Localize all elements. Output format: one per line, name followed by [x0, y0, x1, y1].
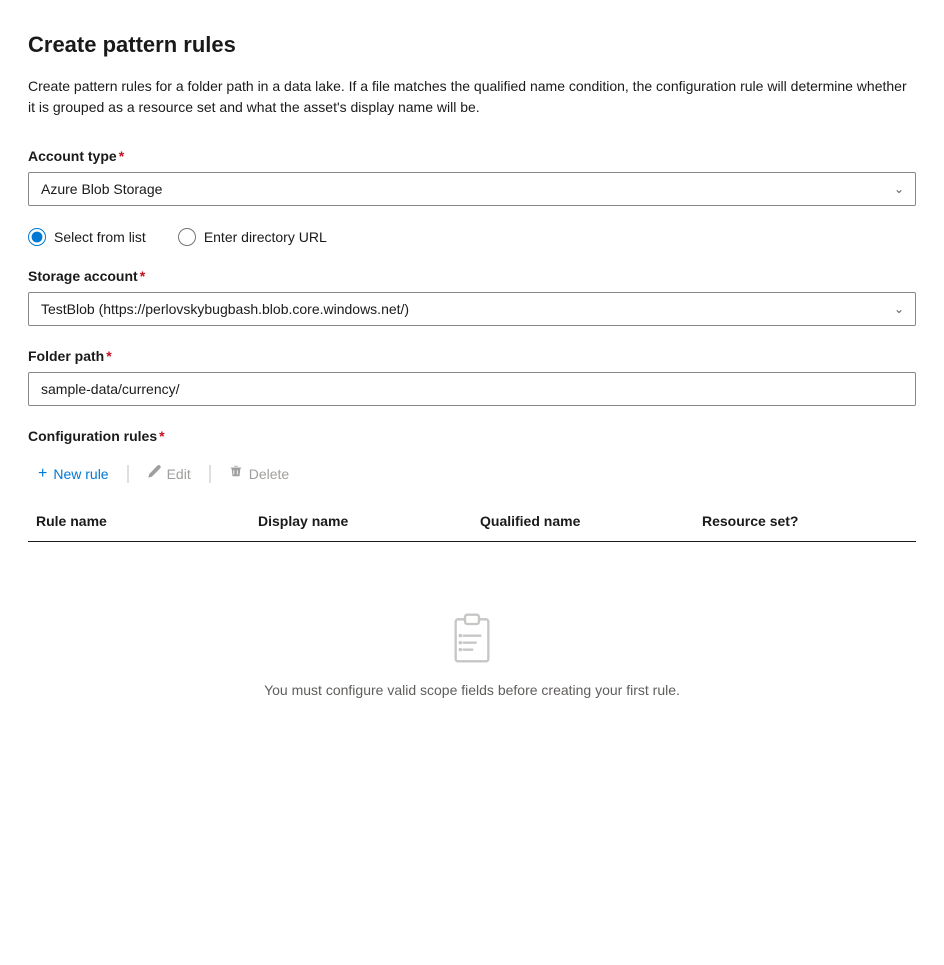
required-indicator: *: [119, 148, 124, 164]
empty-clipboard-icon: [444, 610, 500, 666]
storage-account-field: Storage account* TestBlob (https://perlo…: [28, 268, 916, 326]
col-display-name: Display name: [250, 509, 472, 533]
toolbar-divider: [127, 465, 129, 483]
account-type-field: Account type* Azure Blob Storage ⌄: [28, 148, 916, 206]
col-qualified-name: Qualified name: [472, 509, 694, 533]
delete-icon: [229, 464, 243, 483]
delete-label: Delete: [249, 466, 289, 482]
config-rules-section: Configuration rules* + New rule Edit Del…: [28, 428, 916, 758]
select-from-list-label: Select from list: [54, 229, 146, 245]
config-rules-table: Rule name Display name Qualified name Re…: [28, 509, 916, 758]
new-rule-button[interactable]: + New rule: [28, 459, 119, 489]
select-from-list-radio[interactable]: [28, 228, 46, 246]
required-indicator-rules: *: [159, 428, 164, 444]
toolbar-divider-2: [209, 465, 211, 483]
folder-path-input[interactable]: [28, 372, 916, 406]
enter-directory-url-label: Enter directory URL: [204, 229, 327, 245]
empty-state: You must configure valid scope fields be…: [28, 550, 916, 758]
new-rule-label: New rule: [53, 466, 108, 482]
col-resource-set: Resource set?: [694, 509, 916, 533]
folder-path-label: Folder path*: [28, 348, 916, 364]
storage-account-select[interactable]: TestBlob (https://perlovskybugbash.blob.…: [28, 292, 916, 326]
config-rules-toolbar: + New rule Edit Delete: [28, 458, 916, 489]
plus-icon: +: [38, 465, 47, 483]
folder-path-field: Folder path*: [28, 348, 916, 406]
page-title: Create pattern rules: [28, 32, 916, 58]
enter-directory-url-radio[interactable]: [178, 228, 196, 246]
required-indicator-storage: *: [140, 268, 145, 284]
storage-account-label: Storage account*: [28, 268, 916, 284]
page-description: Create pattern rules for a folder path i…: [28, 76, 916, 118]
table-header: Rule name Display name Qualified name Re…: [28, 509, 916, 542]
required-indicator-folder: *: [106, 348, 111, 364]
storage-account-dropdown-wrapper: TestBlob (https://perlovskybugbash.blob.…: [28, 292, 916, 326]
select-from-list-option[interactable]: Select from list: [28, 228, 146, 246]
account-type-dropdown-wrapper: Azure Blob Storage ⌄: [28, 172, 916, 206]
source-type-radio-group: Select from list Enter directory URL: [28, 228, 916, 246]
empty-state-message: You must configure valid scope fields be…: [264, 682, 680, 698]
col-rule-name: Rule name: [28, 509, 250, 533]
edit-label: Edit: [167, 466, 191, 482]
edit-button[interactable]: Edit: [137, 458, 201, 489]
account-type-label: Account type*: [28, 148, 916, 164]
delete-button[interactable]: Delete: [219, 458, 299, 489]
account-type-select[interactable]: Azure Blob Storage: [28, 172, 916, 206]
config-rules-label: Configuration rules*: [28, 428, 916, 444]
enter-directory-url-option[interactable]: Enter directory URL: [178, 228, 327, 246]
edit-icon: [147, 464, 161, 483]
